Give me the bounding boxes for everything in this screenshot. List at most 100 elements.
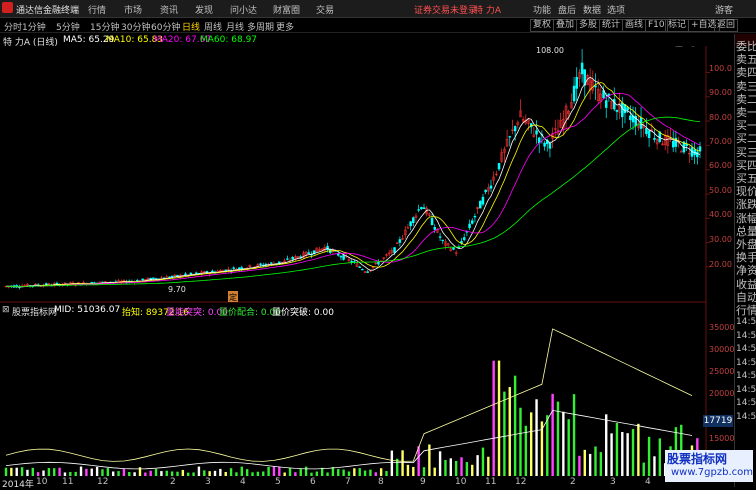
volume-bar xyxy=(637,423,640,476)
menu-item-panhou[interactable]: 盘后 xyxy=(558,3,576,16)
tab-30min[interactable]: 30分钟 xyxy=(121,20,150,33)
menu-item-zixun[interactable]: 资讯 xyxy=(160,3,178,16)
volume-bar xyxy=(90,468,93,476)
volume-bar xyxy=(626,433,629,476)
tab-monthly[interactable]: 月线 xyxy=(226,20,244,33)
volume-bar xyxy=(133,472,136,476)
candle-body xyxy=(438,236,442,238)
tab-15min[interactable]: 15分钟 xyxy=(90,20,119,33)
draw-line-button[interactable]: 画线 xyxy=(622,19,647,32)
candle-body xyxy=(211,270,214,272)
volume-bar xyxy=(208,471,211,476)
tick-time-label: 14:50 xyxy=(736,330,756,341)
candle-body xyxy=(575,76,578,89)
volume-bar xyxy=(556,401,560,476)
volume-bar xyxy=(481,447,485,476)
volume-bar xyxy=(513,375,517,476)
volume-bar xyxy=(417,446,420,476)
tab-fenshi[interactable]: 分时 xyxy=(4,20,22,33)
guest-user[interactable]: 游客 xyxy=(715,3,733,16)
low-price-label: 9.70 xyxy=(168,285,186,294)
ma60-line xyxy=(5,116,701,288)
candle-body xyxy=(307,252,311,255)
volume-bar xyxy=(256,471,260,476)
volume-bar xyxy=(203,470,206,476)
restore-rights-button[interactable]: 复权 xyxy=(530,19,555,32)
candle-body xyxy=(452,247,455,250)
volume-bar xyxy=(181,469,185,476)
volume-bar xyxy=(605,414,608,476)
login-status[interactable]: 证券交易未登录 xyxy=(414,3,477,16)
kline-chart[interactable]: 100.0 90.00 80.00 70.00 60.00 50.00 40.0… xyxy=(0,46,734,477)
tab-multi-period[interactable]: 多周期 xyxy=(247,20,274,33)
back-button[interactable]: 返回 xyxy=(714,19,739,32)
tab-weekly[interactable]: 周线 xyxy=(204,20,222,33)
date-axis-label: 3 xyxy=(205,477,211,487)
volume-bar xyxy=(487,456,490,476)
volume-bar xyxy=(658,438,662,476)
tab-60min[interactable]: 60分钟 xyxy=(151,20,180,33)
candle-body xyxy=(468,223,471,228)
menu-item-wenxiaoda[interactable]: 问小达 xyxy=(230,3,257,16)
volume-bar xyxy=(471,464,474,476)
menu-item-faxian[interactable]: 发现 xyxy=(195,3,213,16)
volume-bar xyxy=(106,468,110,476)
volume-bar xyxy=(412,466,415,476)
multi-stock-button[interactable]: 多股 xyxy=(576,19,601,32)
volume-bar xyxy=(310,472,313,476)
volume-bar xyxy=(444,459,447,476)
date-axis-label: 3 xyxy=(610,477,616,487)
overlay-button[interactable]: 叠加 xyxy=(553,19,578,32)
candle-body xyxy=(170,275,174,278)
volume-bar xyxy=(337,469,340,476)
volume-bar xyxy=(63,472,67,476)
volume-bar xyxy=(111,471,115,476)
tab-more[interactable]: 更多 xyxy=(276,20,294,33)
statistics-button[interactable]: 统计 xyxy=(599,19,624,32)
tab-1min[interactable]: 1分钟 xyxy=(22,20,46,33)
volume-bar xyxy=(519,407,522,476)
tab-5min[interactable]: 5分钟 xyxy=(56,20,80,33)
date-axis-label: 7 xyxy=(345,477,351,487)
candle-body xyxy=(462,237,466,241)
candle-body xyxy=(473,216,477,218)
vol-tick-25000: 25000 xyxy=(709,367,734,376)
volume-bar xyxy=(4,467,8,476)
volume-bar xyxy=(460,457,463,476)
menu-item-gongneng[interactable]: 功能 xyxy=(533,3,551,16)
volume-bar xyxy=(20,467,24,476)
menu-item-xuanxiang[interactable]: 选项 xyxy=(607,3,625,16)
date-axis-label: 10 xyxy=(36,477,48,487)
indicator-legend: ⊠ 股票指标网 MID: 51036.07 抬知: 89372.16 量能突突:… xyxy=(0,305,756,318)
volume-bar xyxy=(599,452,603,476)
candle-body xyxy=(232,267,236,269)
date-axis-label: 12 xyxy=(97,477,109,487)
menu-item-hangqing[interactable]: 行情 xyxy=(88,3,106,16)
volume-bar xyxy=(562,411,565,476)
indicator-close-icon[interactable]: ⊠ xyxy=(2,305,10,315)
volume-bar xyxy=(610,433,613,476)
volume-bar xyxy=(465,462,469,476)
candle-body xyxy=(543,142,546,147)
volume-bar xyxy=(294,472,297,476)
volume-bar xyxy=(588,453,592,476)
volume-bar xyxy=(165,470,168,476)
vol-tick-15000: 15000 xyxy=(709,434,734,443)
indicator-name[interactable]: 股票指标网 xyxy=(12,305,57,318)
date-axis-label: 9 xyxy=(420,477,426,487)
menu-item-jiaoyi[interactable]: 交易 xyxy=(316,3,334,16)
volume-bar xyxy=(583,449,586,476)
app-logo-icon xyxy=(2,2,13,13)
quote-field-label: 行情 xyxy=(736,304,756,317)
menu-item-shuju[interactable]: 数据 xyxy=(583,3,601,16)
volume-bar xyxy=(385,471,388,476)
volume-bar xyxy=(288,467,292,476)
volume-bar xyxy=(79,466,83,476)
menu-item-caifuquan[interactable]: 财富圈 xyxy=(273,3,300,16)
tab-daily[interactable]: 日线 xyxy=(182,20,200,33)
mark-button[interactable]: 标记 xyxy=(665,19,690,32)
volume-bar xyxy=(428,444,431,476)
quote-side-panel[interactable]: 委比 卖五 卖四 卖三 卖二 卖一 买一 买二 买三 买四 买五 现价 涨跌 涨幅 总量 外盘 换手 净资 收益 自动… xyxy=(734,34,756,487)
menu-item-shichang[interactable]: 市场 xyxy=(124,3,142,16)
volume-bar xyxy=(315,471,319,476)
